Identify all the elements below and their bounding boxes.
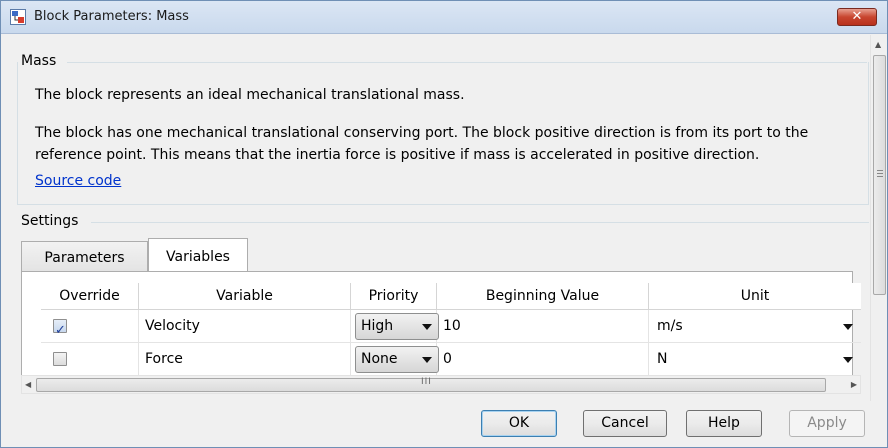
column-header-override[interactable]: Override <box>41 283 139 310</box>
titlebar[interactable]: Block Parameters: Mass ✕ <box>1 1 887 34</box>
priority-cell: None <box>351 343 439 376</box>
source-code-link[interactable]: Source code <box>35 173 121 189</box>
scroll-right-icon[interactable]: ▶ <box>851 380 857 389</box>
settings-group-legend: Settings <box>21 213 79 229</box>
chevron-down-icon <box>422 357 432 363</box>
priority-value: High <box>361 318 394 334</box>
tab-parameters[interactable]: Parameters <box>21 241 148 274</box>
chevron-down-icon <box>422 324 432 330</box>
unit-dropdown[interactable]: m/s <box>649 310 861 343</box>
unit-value: m/s <box>657 318 683 334</box>
tab-variables-label: Variables <box>166 249 230 265</box>
close-button[interactable]: ✕ <box>837 8 877 26</box>
tab-variables[interactable]: Variables <box>148 238 248 272</box>
grip-icon: III <box>421 377 432 387</box>
override-checkbox[interactable] <box>53 352 67 366</box>
override-cell <box>41 343 139 376</box>
column-header-unit[interactable]: Unit <box>649 283 861 310</box>
unit-dropdown[interactable]: N <box>649 343 861 376</box>
vertical-scrollbar[interactable]: ▲ <box>870 35 887 401</box>
priority-dropdown[interactable]: None <box>355 346 439 373</box>
horizontal-scrollbar-thumb[interactable]: III <box>36 377 826 392</box>
column-header-beginning-value[interactable]: Beginning Value <box>437 283 649 310</box>
description-line-1: The block represents an ideal mechanical… <box>35 87 465 103</box>
dialog-window: Block Parameters: Mass ✕ Mass The block … <box>0 0 888 448</box>
help-button[interactable]: Help <box>686 410 762 437</box>
description-line-2: The block has one mechanical translation… <box>35 125 809 141</box>
scroll-left-icon[interactable]: ◀ <box>25 380 31 389</box>
column-header-variable[interactable]: Variable <box>139 283 351 310</box>
variable-cell: Velocity <box>139 310 351 343</box>
variable-cell: Force <box>139 343 351 376</box>
override-cell: ✓ <box>41 310 139 343</box>
cancel-button[interactable]: Cancel <box>583 410 667 437</box>
description-line-3: reference point. This means that the ine… <box>35 147 760 163</box>
table-row: ✓ Velocity High 10 m/s <box>41 310 861 343</box>
tab-parameters-label: Parameters <box>44 250 125 266</box>
simulink-block-icon <box>10 9 26 25</box>
beginning-value-input[interactable]: 10 <box>437 310 649 343</box>
scroll-up-icon[interactable]: ▲ <box>875 40 881 49</box>
apply-button[interactable]: Apply <box>789 410 865 437</box>
override-checkbox[interactable]: ✓ <box>53 319 67 338</box>
priority-value: None <box>361 351 398 367</box>
unit-value: N <box>657 351 668 367</box>
priority-cell: High <box>351 310 439 343</box>
ok-button[interactable]: OK <box>481 410 557 437</box>
horizontal-scrollbar[interactable]: ◀ III ▶ <box>21 375 861 394</box>
settings-group-border <box>91 222 869 223</box>
dialog-button-bar: OK Cancel Help Apply <box>1 401 887 447</box>
beginning-value-input[interactable]: 0 <box>437 343 649 376</box>
window-title: Block Parameters: Mass <box>34 9 189 24</box>
priority-dropdown[interactable]: High <box>355 313 439 340</box>
vertical-scrollbar-thumb[interactable] <box>873 55 886 295</box>
chevron-down-icon <box>843 324 853 330</box>
chevron-down-icon <box>843 357 853 363</box>
column-header-priority[interactable]: Priority <box>351 283 437 310</box>
table-row: Force None 0 N <box>41 343 861 376</box>
close-icon: ✕ <box>851 9 863 24</box>
